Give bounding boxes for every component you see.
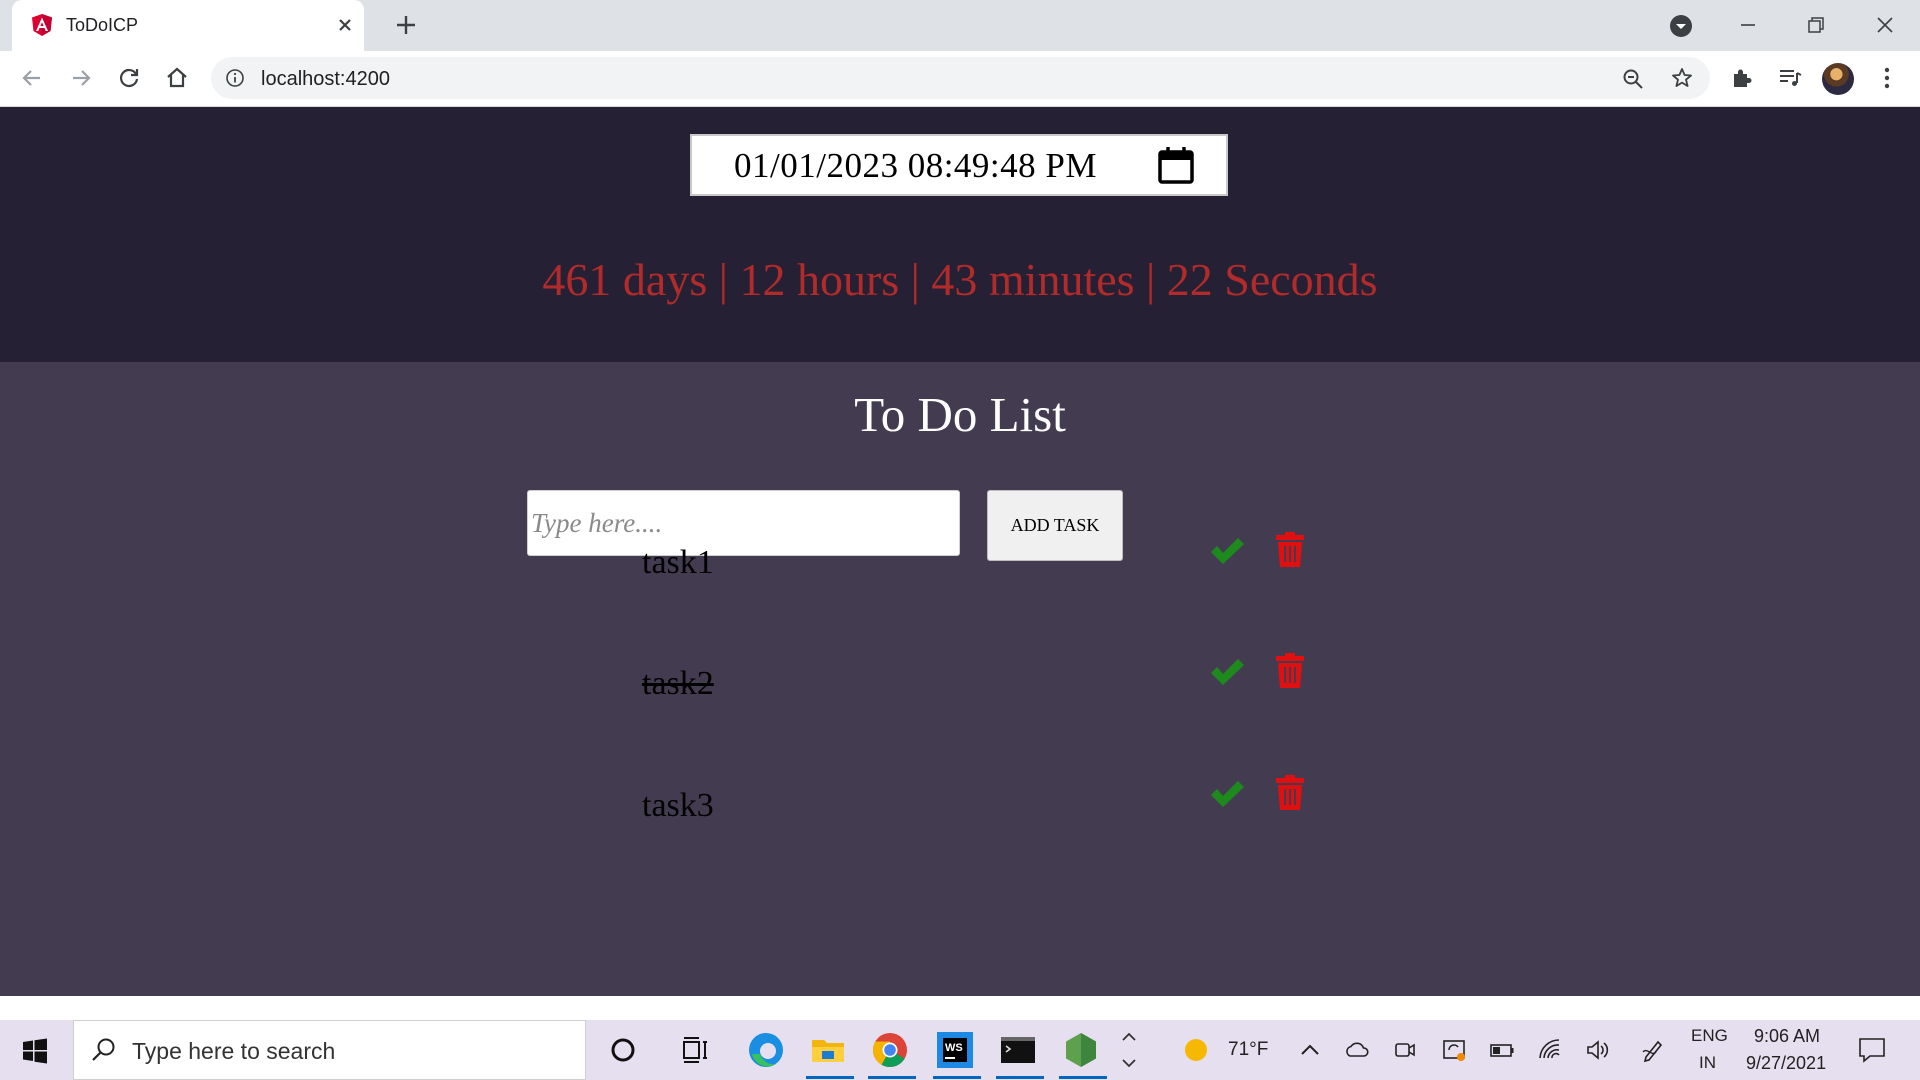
check-icon[interactable] bbox=[1208, 534, 1246, 568]
home-icon[interactable] bbox=[163, 64, 191, 92]
notification-center-icon[interactable] bbox=[1857, 1035, 1887, 1065]
close-window-icon[interactable] bbox=[1872, 12, 1898, 38]
tab-title: ToDoICP bbox=[66, 15, 139, 35]
task-item: task1 bbox=[0, 532, 1920, 614]
page-bottom-gap bbox=[0, 996, 1920, 1020]
tab-search-icon[interactable] bbox=[1668, 13, 1694, 39]
region-indicator[interactable]: IN bbox=[1699, 1053, 1716, 1073]
trash-icon[interactable] bbox=[1274, 651, 1306, 689]
show-hidden-icons-icon[interactable] bbox=[1297, 1037, 1323, 1063]
weather-temperature[interactable]: 71°F bbox=[1228, 1039, 1268, 1061]
extensions-icon[interactable] bbox=[1729, 65, 1755, 91]
info-icon[interactable] bbox=[225, 68, 245, 88]
datetime-value[interactable]: 01/01/2023 08:49:48 PM bbox=[734, 146, 1097, 186]
search-icon bbox=[92, 1038, 115, 1061]
forward-icon[interactable] bbox=[67, 64, 95, 92]
task-view-icon[interactable] bbox=[675, 1030, 715, 1070]
zoom-icon[interactable] bbox=[1621, 67, 1645, 91]
address-bar[interactable]: localhost:4200 bbox=[211, 57, 1710, 99]
chrome-icon[interactable] bbox=[870, 1030, 910, 1070]
taskbar-scroll-icon[interactable] bbox=[1118, 1026, 1140, 1074]
cortana-icon[interactable] bbox=[603, 1030, 643, 1070]
volume-icon[interactable] bbox=[1585, 1037, 1611, 1063]
countdown-section: 01/01/2023 08:49:48 PM 461 days | 12 hou… bbox=[0, 107, 1920, 362]
check-icon[interactable] bbox=[1208, 655, 1246, 689]
clock-date[interactable]: 9/27/2021 bbox=[1746, 1053, 1826, 1074]
check-icon[interactable] bbox=[1208, 777, 1246, 811]
media-control-icon[interactable] bbox=[1777, 65, 1803, 91]
language-indicator[interactable]: ENG bbox=[1691, 1026, 1728, 1046]
close-tab-icon[interactable] bbox=[334, 14, 356, 36]
chrome-menu-icon[interactable] bbox=[1874, 65, 1900, 91]
task-item: task2 bbox=[0, 653, 1920, 735]
todo-section: To Do List ADD TASK task1 task2 task3 bbox=[0, 362, 1920, 996]
new-tab-icon[interactable] bbox=[393, 12, 419, 38]
webstorm-icon[interactable]: WS bbox=[935, 1030, 975, 1070]
file-explorer-icon[interactable] bbox=[808, 1030, 848, 1070]
task-label: task1 bbox=[642, 544, 714, 581]
terminal-icon[interactable] bbox=[998, 1030, 1038, 1070]
search-placeholder: Type here to search bbox=[132, 1038, 336, 1064]
battery-icon[interactable] bbox=[1489, 1037, 1515, 1063]
onedrive-icon[interactable] bbox=[1344, 1037, 1370, 1063]
running-indicator bbox=[806, 1076, 854, 1079]
wifi-icon[interactable] bbox=[1537, 1037, 1563, 1063]
clock-time[interactable]: 9:06 AM bbox=[1754, 1026, 1820, 1047]
angular-logo-icon bbox=[32, 14, 52, 36]
browser-tab[interactable]: ToDoICP bbox=[12, 0, 364, 51]
windows-start-icon[interactable] bbox=[22, 1038, 48, 1064]
running-indicator bbox=[933, 1076, 981, 1079]
windows-taskbar: Type here to search WS 71°F ENG IN 9:06 … bbox=[0, 1020, 1920, 1080]
tab-strip: ToDoICP bbox=[0, 0, 1920, 51]
task-item: task3 bbox=[0, 775, 1920, 857]
reload-icon[interactable] bbox=[115, 64, 143, 92]
nodejs-icon[interactable] bbox=[1061, 1030, 1101, 1070]
task-label: task2 bbox=[642, 665, 714, 702]
trash-icon[interactable] bbox=[1274, 530, 1306, 568]
profile-avatar[interactable] bbox=[1822, 63, 1854, 95]
url-text[interactable]: localhost:4200 bbox=[261, 68, 390, 91]
taskbar-search[interactable]: Type here to search bbox=[73, 1020, 586, 1080]
meet-now-icon[interactable] bbox=[1392, 1037, 1418, 1063]
datetime-input[interactable]: 01/01/2023 08:49:48 PM bbox=[690, 134, 1228, 196]
edge-icon[interactable] bbox=[746, 1030, 786, 1070]
back-icon[interactable] bbox=[18, 64, 46, 92]
countdown-text: 461 days | 12 hours | 43 minutes | 22 Se… bbox=[542, 254, 1378, 305]
running-indicator bbox=[868, 1076, 916, 1079]
svg-text:WS: WS bbox=[945, 1042, 963, 1054]
running-indicator bbox=[996, 1076, 1044, 1079]
calendar-icon[interactable] bbox=[1158, 146, 1194, 184]
task-label: task3 bbox=[642, 787, 714, 824]
sync-status-icon[interactable] bbox=[1441, 1037, 1467, 1063]
page-title: To Do List bbox=[854, 387, 1066, 442]
bookmark-star-icon[interactable] bbox=[1670, 66, 1694, 90]
browser-toolbar: localhost:4200 bbox=[0, 51, 1920, 107]
trash-icon[interactable] bbox=[1274, 773, 1306, 811]
weather-sun-icon[interactable] bbox=[1183, 1037, 1209, 1063]
pen-workspace-icon[interactable] bbox=[1640, 1037, 1666, 1063]
running-indicator bbox=[1059, 1076, 1107, 1079]
minimize-icon[interactable] bbox=[1735, 12, 1761, 38]
restore-icon[interactable] bbox=[1803, 12, 1829, 38]
